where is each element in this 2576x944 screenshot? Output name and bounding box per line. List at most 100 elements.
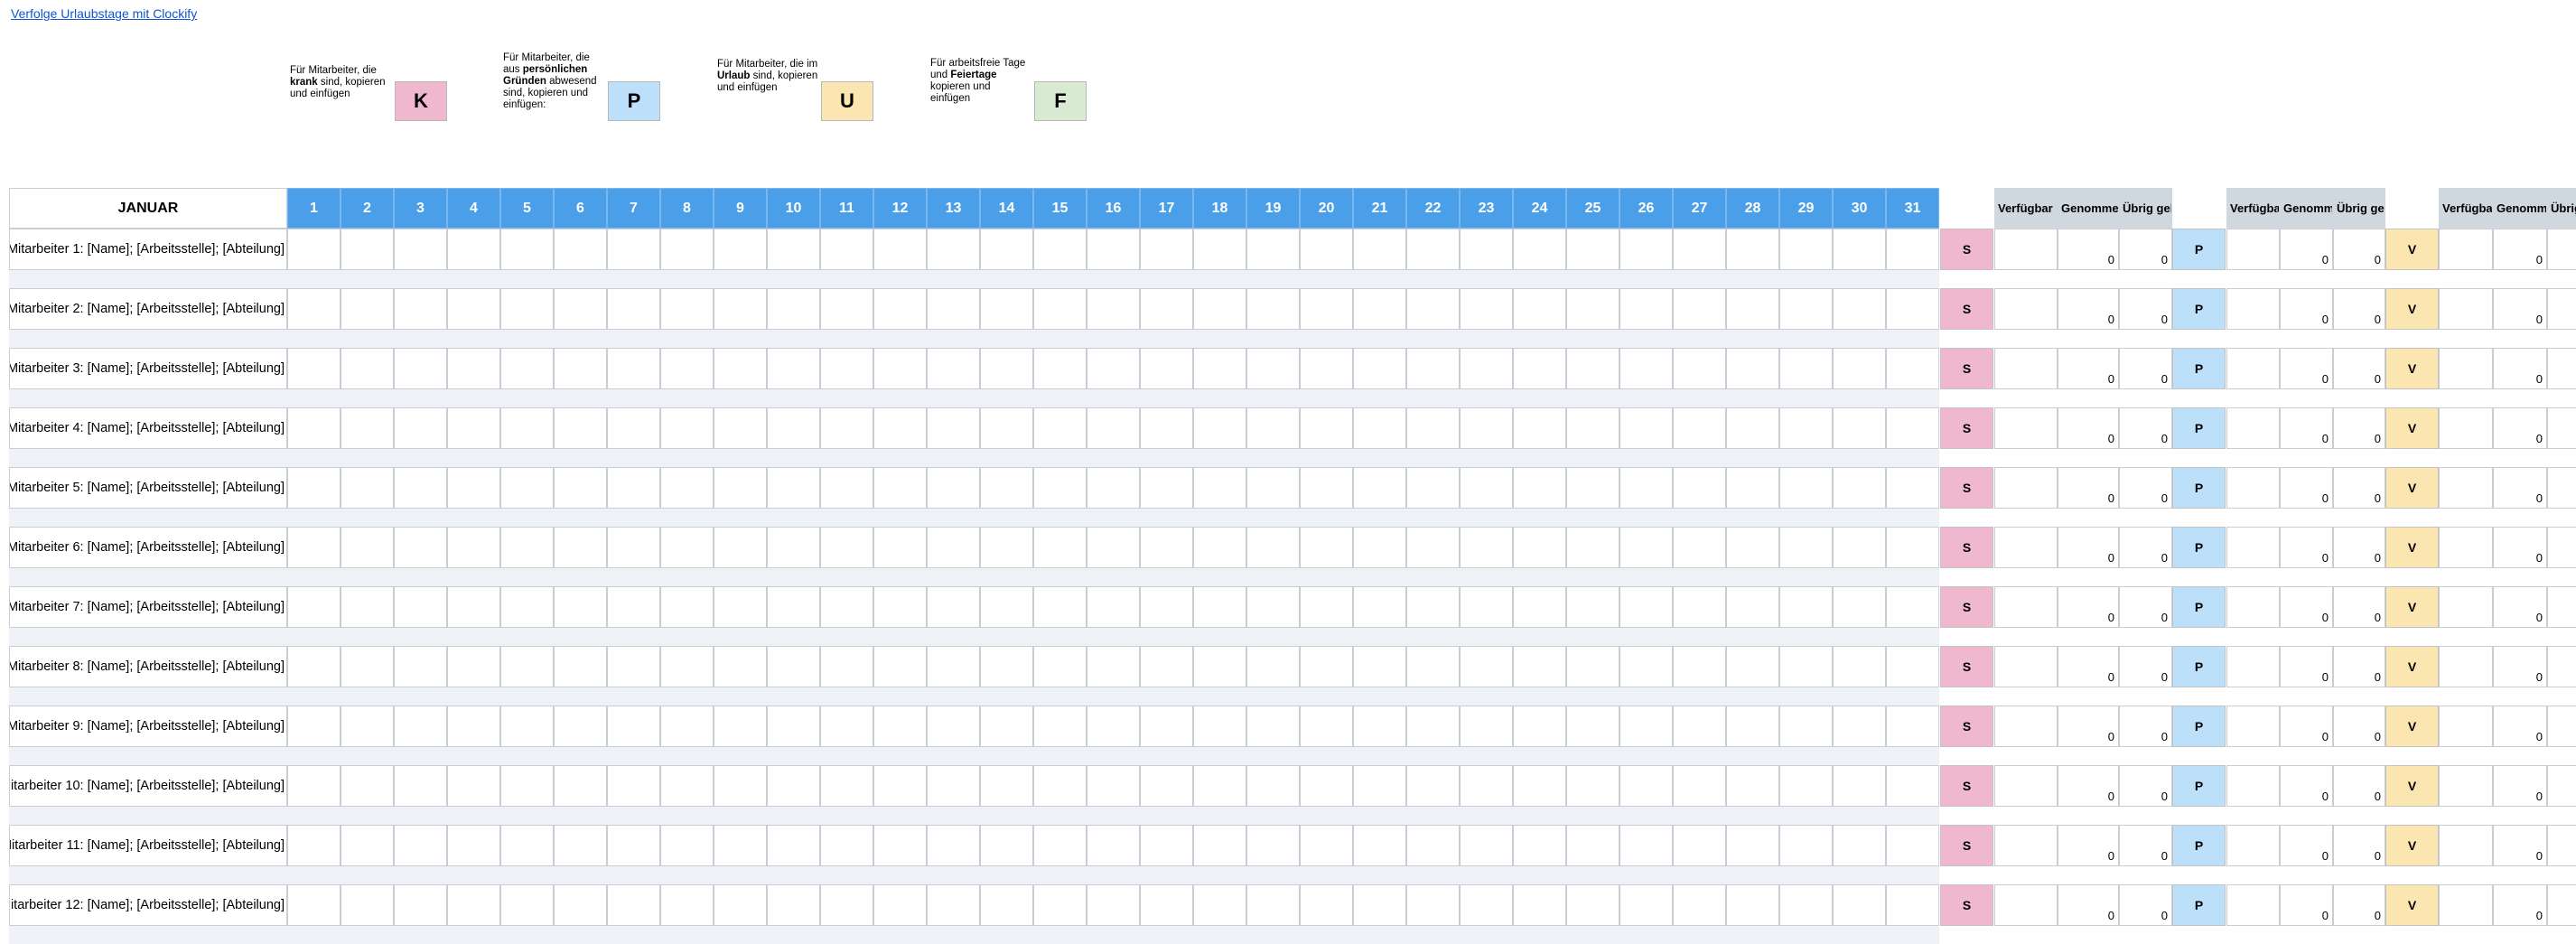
day-cell[interactable]: [1513, 288, 1566, 330]
day-cell[interactable]: [1193, 527, 1246, 568]
day-cell[interactable]: [1353, 825, 1406, 866]
day-cell[interactable]: [1300, 467, 1353, 509]
day-cell[interactable]: [1566, 765, 1619, 807]
day-cell[interactable]: [1140, 706, 1193, 747]
stat-value[interactable]: [2226, 229, 2280, 270]
stat-value[interactable]: 0: [2547, 467, 2576, 509]
day-cell[interactable]: [554, 646, 607, 687]
day-cell[interactable]: [1726, 229, 1779, 270]
stat-value[interactable]: 0: [2280, 467, 2333, 509]
day-cell[interactable]: [341, 646, 394, 687]
day-cell[interactable]: [980, 527, 1033, 568]
day-cell[interactable]: [554, 706, 607, 747]
day-cell[interactable]: [1460, 706, 1513, 747]
day-cell[interactable]: [1513, 467, 1566, 509]
day-cell[interactable]: [1833, 765, 1886, 807]
stat-value[interactable]: [2226, 765, 2280, 807]
day-cell[interactable]: [1353, 407, 1406, 449]
stat-value[interactable]: 0: [2493, 646, 2547, 687]
day-cell[interactable]: [1726, 706, 1779, 747]
day-cell[interactable]: [1033, 288, 1087, 330]
day-cell[interactable]: [714, 765, 767, 807]
day-cell[interactable]: [1566, 348, 1619, 389]
employee-name[interactable]: Mitarbeiter 6: [Name]; [Arbeitsstelle]; …: [9, 527, 287, 568]
day-cell[interactable]: [1406, 527, 1460, 568]
day-cell[interactable]: [820, 288, 873, 330]
day-cell[interactable]: [714, 288, 767, 330]
day-cell[interactable]: [554, 825, 607, 866]
tag-v[interactable]: V: [2385, 586, 2439, 628]
stat-value[interactable]: [2439, 527, 2493, 568]
day-cell[interactable]: [820, 348, 873, 389]
day-cell[interactable]: [1460, 467, 1513, 509]
day-cell[interactable]: [607, 229, 660, 270]
stat-value[interactable]: [2226, 407, 2280, 449]
tag-v[interactable]: V: [2385, 706, 2439, 747]
day-cell[interactable]: [1193, 706, 1246, 747]
stat-value[interactable]: 0: [2058, 288, 2119, 330]
tag-v[interactable]: V: [2385, 229, 2439, 270]
day-cell[interactable]: [873, 407, 927, 449]
day-cell[interactable]: [1619, 407, 1673, 449]
stat-value[interactable]: 0: [2119, 646, 2172, 687]
stat-value[interactable]: 0: [2280, 884, 2333, 926]
day-cell[interactable]: [341, 467, 394, 509]
day-cell[interactable]: [1246, 765, 1300, 807]
stat-value[interactable]: [2226, 288, 2280, 330]
day-cell[interactable]: [1619, 467, 1673, 509]
day-cell[interactable]: [660, 527, 714, 568]
stat-value[interactable]: [2439, 407, 2493, 449]
day-cell[interactable]: [607, 646, 660, 687]
stat-value[interactable]: 0: [2280, 348, 2333, 389]
day-cell[interactable]: [500, 884, 554, 926]
day-cell[interactable]: [1566, 407, 1619, 449]
day-cell[interactable]: [714, 646, 767, 687]
day-cell[interactable]: [1246, 586, 1300, 628]
day-cell[interactable]: [767, 288, 820, 330]
stat-value[interactable]: 0: [2547, 825, 2576, 866]
day-cell[interactable]: [341, 765, 394, 807]
day-cell[interactable]: [873, 765, 927, 807]
day-cell[interactable]: [927, 765, 980, 807]
day-cell[interactable]: [607, 825, 660, 866]
tag-p[interactable]: P: [2172, 348, 2226, 389]
employee-name[interactable]: Mitarbeiter 9: [Name]; [Arbeitsstelle]; …: [9, 706, 287, 747]
day-cell[interactable]: [1140, 348, 1193, 389]
day-cell[interactable]: [1886, 706, 1939, 747]
day-cell[interactable]: [607, 586, 660, 628]
day-cell[interactable]: [873, 348, 927, 389]
day-cell[interactable]: [1513, 765, 1566, 807]
day-cell[interactable]: [1833, 229, 1886, 270]
day-cell[interactable]: [1246, 646, 1300, 687]
legend-code-p[interactable]: P: [608, 81, 660, 121]
employee-name[interactable]: Mitarbeiter 2: [Name]; [Arbeitsstelle]; …: [9, 288, 287, 330]
legend-code-u[interactable]: U: [821, 81, 873, 121]
day-cell[interactable]: [660, 407, 714, 449]
day-cell[interactable]: [1726, 407, 1779, 449]
day-cell[interactable]: [1300, 288, 1353, 330]
day-cell[interactable]: [447, 646, 500, 687]
day-cell[interactable]: [500, 765, 554, 807]
day-cell[interactable]: [980, 825, 1033, 866]
stat-value[interactable]: [2439, 706, 2493, 747]
day-cell[interactable]: [1619, 348, 1673, 389]
day-cell[interactable]: [1246, 348, 1300, 389]
stat-value[interactable]: 0: [2058, 586, 2119, 628]
day-cell[interactable]: [1619, 706, 1673, 747]
day-cell[interactable]: [554, 527, 607, 568]
day-cell[interactable]: [394, 467, 447, 509]
day-cell[interactable]: [1886, 407, 1939, 449]
tag-v[interactable]: V: [2385, 765, 2439, 807]
stat-value[interactable]: 0: [2280, 407, 2333, 449]
day-cell[interactable]: [1087, 288, 1140, 330]
day-cell[interactable]: [607, 288, 660, 330]
day-cell[interactable]: [1087, 586, 1140, 628]
day-cell[interactable]: [1406, 706, 1460, 747]
day-cell[interactable]: [554, 229, 607, 270]
stat-value[interactable]: 0: [2333, 586, 2385, 628]
stat-value[interactable]: 0: [2280, 765, 2333, 807]
day-cell[interactable]: [980, 288, 1033, 330]
day-cell[interactable]: [1087, 407, 1140, 449]
day-cell[interactable]: [1406, 229, 1460, 270]
day-cell[interactable]: [287, 467, 341, 509]
